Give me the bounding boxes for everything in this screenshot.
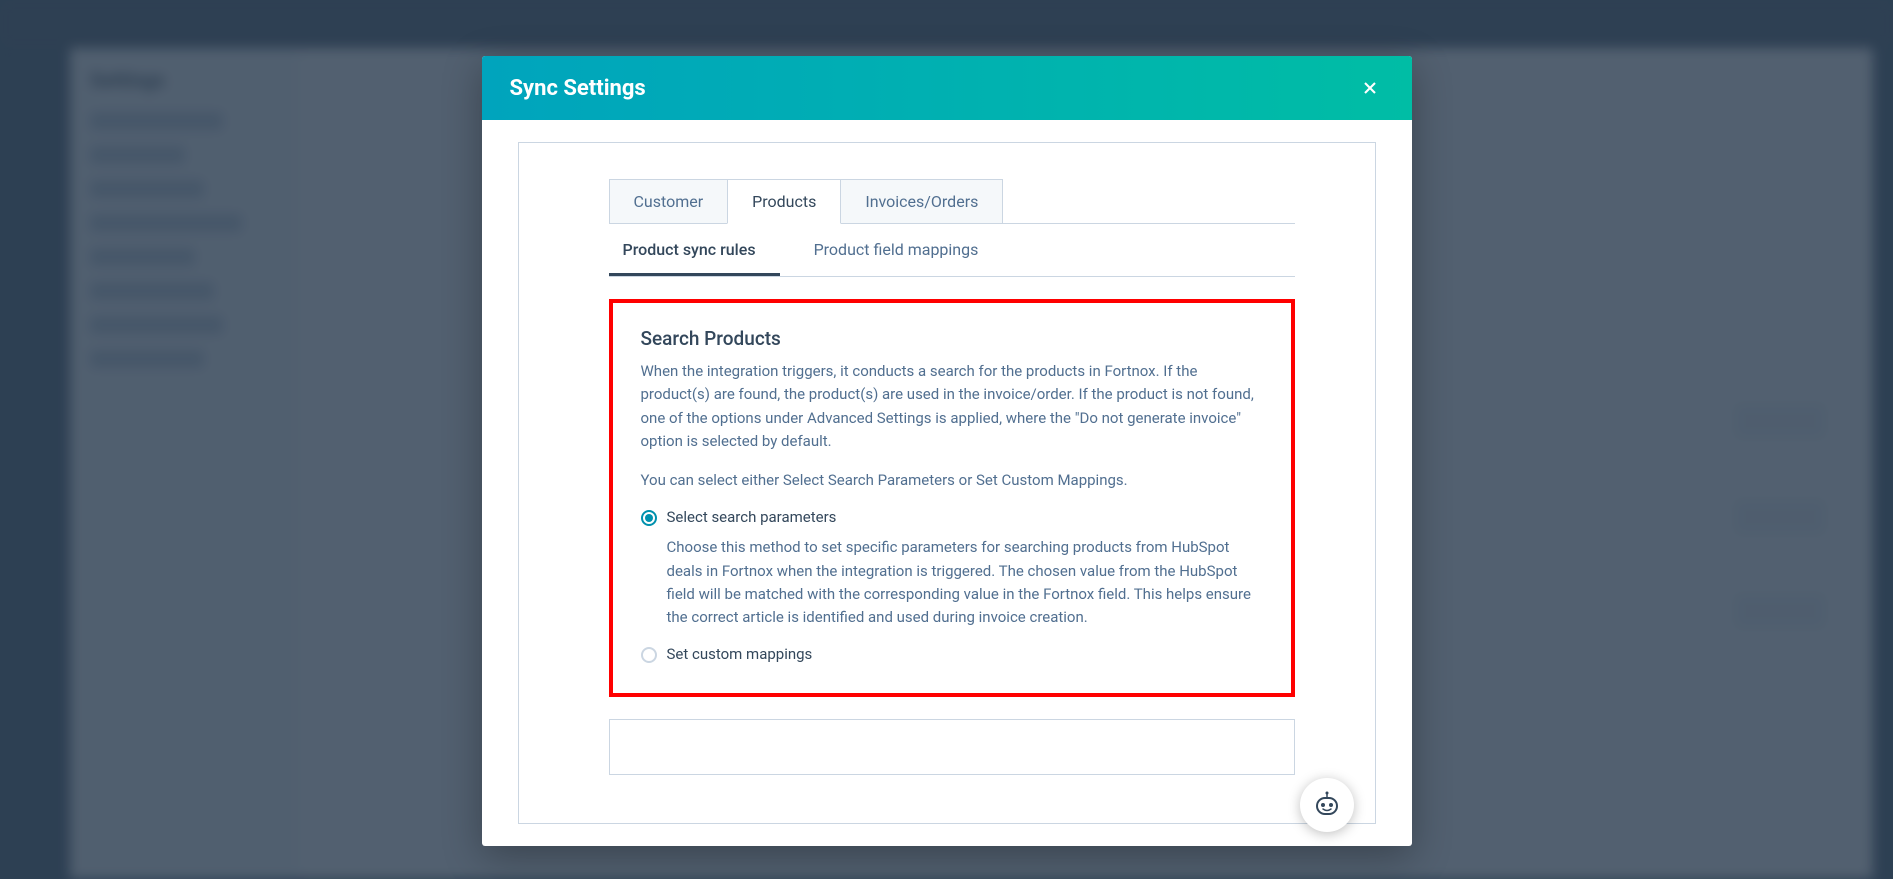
subtab-product-sync-rules[interactable]: Product sync rules	[609, 224, 780, 276]
radio-label-select-search: Select search parameters	[667, 508, 837, 526]
modal-header: Sync Settings	[482, 56, 1412, 120]
section-description-1: When the integration triggers, it conduc…	[641, 360, 1263, 453]
radio-set-custom-mappings[interactable]: Set custom mappings	[641, 645, 1263, 663]
modal-body: Customer Products Invoices/Orders Produc…	[482, 120, 1412, 846]
close-button[interactable]	[1356, 74, 1384, 102]
content-frame[interactable]: Customer Products Invoices/Orders Produc…	[518, 142, 1376, 824]
sync-settings-modal: Sync Settings Customer Products Invoices…	[482, 56, 1412, 846]
modal-title: Sync Settings	[510, 76, 646, 101]
tab-products[interactable]: Products	[727, 179, 841, 224]
inner-content: Customer Products Invoices/Orders Produc…	[519, 143, 1375, 805]
tab-invoices-orders[interactable]: Invoices/Orders	[840, 179, 1003, 223]
radio-description-select-search: Choose this method to set specific param…	[667, 536, 1263, 629]
chat-bot-icon	[1311, 789, 1343, 821]
radio-icon-unselected	[641, 647, 657, 663]
section-title: Search Products	[641, 327, 1263, 350]
close-icon	[1360, 78, 1380, 98]
radio-label-custom-mappings: Set custom mappings	[667, 645, 813, 663]
radio-icon-selected	[641, 510, 657, 526]
sub-tab-row: Product sync rules Product field mapping…	[609, 224, 1295, 277]
subtab-product-field-mappings[interactable]: Product field mappings	[780, 224, 1003, 276]
section-description-2: You can select either Select Search Para…	[641, 469, 1263, 492]
main-tab-row: Customer Products Invoices/Orders	[609, 179, 1295, 224]
chat-widget-button[interactable]	[1300, 778, 1354, 832]
search-products-section: Search Products When the integration tri…	[609, 299, 1295, 697]
tab-customer[interactable]: Customer	[609, 179, 729, 223]
next-section-peek	[609, 719, 1295, 775]
radio-select-search-parameters[interactable]: Select search parameters	[641, 508, 1263, 526]
